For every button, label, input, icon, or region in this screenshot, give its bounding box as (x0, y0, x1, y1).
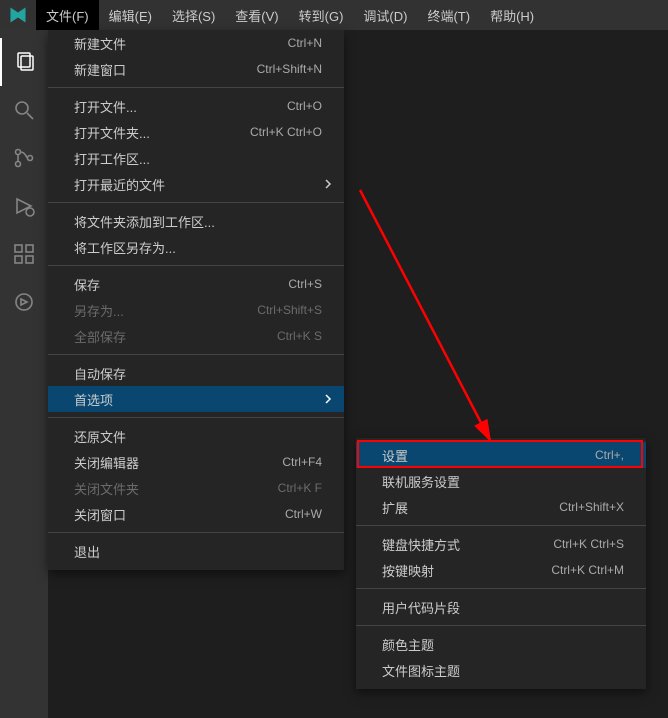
menu-close-window[interactable]: 关闭窗口 Ctrl+W (48, 501, 344, 527)
menu-view[interactable]: 查看(V) (225, 0, 288, 30)
shortcut: Ctrl+K Ctrl+S (553, 537, 624, 551)
label: 新建窗口 (74, 60, 126, 79)
menu-preferences[interactable]: 首选项 (48, 386, 344, 412)
menu-new-window[interactable]: 新建窗口 Ctrl+Shift+N (48, 56, 344, 82)
menu-open-recent[interactable]: 打开最近的文件 (48, 171, 344, 197)
menu-save-all: 全部保存 Ctrl+K S (48, 323, 344, 349)
shortcut: Ctrl+Shift+N (257, 62, 322, 76)
menu-save-workspace-as[interactable]: 将工作区另存为... (48, 234, 344, 260)
separator (48, 532, 344, 533)
menu-open-file[interactable]: 打开文件... Ctrl+O (48, 93, 344, 119)
shortcut: Ctrl+F4 (282, 455, 322, 469)
chevron-right-icon (322, 178, 334, 190)
label: 自动保存 (74, 364, 126, 383)
menu-help[interactable]: 帮助(H) (480, 0, 544, 30)
separator (356, 525, 646, 526)
shortcut: Ctrl+O (287, 99, 322, 113)
label: 关闭文件夹 (74, 479, 139, 498)
label: 将文件夹添加到工作区... (74, 212, 215, 231)
file-dropdown: 新建文件 Ctrl+N 新建窗口 Ctrl+Shift+N 打开文件... Ctrl+… (48, 30, 344, 570)
chevron-right-icon (322, 393, 334, 405)
menu-file[interactable]: 文件(F) (36, 0, 99, 30)
submenu-keyboard-shortcuts[interactable]: 键盘快捷方式 Ctrl+K Ctrl+S (356, 531, 646, 557)
shortcut: Ctrl+K Ctrl+M (551, 563, 624, 577)
shortcut: Ctrl+Shift+X (559, 500, 624, 514)
menu-go[interactable]: 转到(G) (289, 0, 354, 30)
activity-bar (0, 30, 48, 718)
menu-selection[interactable]: 选择(S) (162, 0, 225, 30)
menu-open-workspace[interactable]: 打开工作区... (48, 145, 344, 171)
explorer-icon[interactable] (0, 38, 48, 86)
separator (48, 354, 344, 355)
submenu-online-settings[interactable]: 联机服务设置 (356, 468, 646, 494)
label: 还原文件 (74, 427, 126, 446)
remote-icon[interactable] (0, 278, 48, 326)
submenu-extensions[interactable]: 扩展 Ctrl+Shift+X (356, 494, 646, 520)
shortcut: Ctrl+, (595, 448, 624, 462)
submenu-user-snippets[interactable]: 用户代码片段 (356, 594, 646, 620)
menu-new-file[interactable]: 新建文件 Ctrl+N (48, 30, 344, 56)
shortcut: Ctrl+K S (277, 329, 322, 343)
separator (48, 417, 344, 418)
label: 另存为... (74, 301, 124, 320)
label: 退出 (74, 542, 100, 561)
separator (356, 588, 646, 589)
menu-close-folder: 关闭文件夹 Ctrl+K F (48, 475, 344, 501)
label: 按键映射 (382, 561, 434, 580)
label: 打开最近的文件 (74, 175, 165, 194)
label: 全部保存 (74, 327, 126, 346)
label: 将工作区另存为... (74, 238, 176, 257)
app-logo-icon (8, 5, 28, 25)
menu-add-folder[interactable]: 将文件夹添加到工作区... (48, 208, 344, 234)
menu-terminal[interactable]: 终端(T) (417, 0, 480, 30)
submenu-color-theme[interactable]: 颜色主题 (356, 631, 646, 657)
separator (48, 265, 344, 266)
label: 联机服务设置 (382, 472, 460, 491)
submenu-file-icon-theme[interactable]: 文件图标主题 (356, 657, 646, 683)
label: 新建文件 (74, 34, 126, 53)
submenu-settings[interactable]: 设置 Ctrl+, (356, 442, 646, 468)
menu-debug[interactable]: 调试(D) (353, 0, 417, 30)
label: 扩展 (382, 498, 408, 517)
shortcut: Ctrl+S (288, 277, 322, 291)
menu-auto-save[interactable]: 自动保存 (48, 360, 344, 386)
label: 打开文件... (74, 97, 137, 116)
submenu-keymaps[interactable]: 按键映射 Ctrl+K Ctrl+M (356, 557, 646, 583)
source-control-icon[interactable] (0, 134, 48, 182)
label: 文件图标主题 (382, 661, 460, 680)
menu-open-folder[interactable]: 打开文件夹... Ctrl+K Ctrl+O (48, 119, 344, 145)
shortcut: Ctrl+W (285, 507, 322, 521)
label: 关闭编辑器 (74, 453, 139, 472)
titlebar: 文件(F) 编辑(E) 选择(S) 查看(V) 转到(G) 调试(D) 终端(T… (0, 0, 668, 30)
separator (356, 625, 646, 626)
label: 键盘快捷方式 (382, 535, 460, 554)
label: 打开文件夹... (74, 123, 150, 142)
menu-close-editor[interactable]: 关闭编辑器 Ctrl+F4 (48, 449, 344, 475)
menu-save-as: 另存为... Ctrl+Shift+S (48, 297, 344, 323)
shortcut: Ctrl+K Ctrl+O (250, 125, 322, 139)
label: 颜色主题 (382, 635, 434, 654)
menu-save[interactable]: 保存 Ctrl+S (48, 271, 344, 297)
menu-edit[interactable]: 编辑(E) (99, 0, 162, 30)
preferences-submenu: 设置 Ctrl+, 联机服务设置 扩展 Ctrl+Shift+X 键盘快捷方式 Ctr… (356, 438, 646, 689)
label: 用户代码片段 (382, 598, 460, 617)
search-icon[interactable] (0, 86, 48, 134)
label: 设置 (382, 446, 408, 465)
extensions-icon[interactable] (0, 230, 48, 278)
separator (48, 202, 344, 203)
menubar: 文件(F) 编辑(E) 选择(S) 查看(V) 转到(G) 调试(D) 终端(T… (36, 0, 544, 30)
shortcut: Ctrl+Shift+S (257, 303, 322, 317)
label: 打开工作区... (74, 149, 150, 168)
label: 关闭窗口 (74, 505, 126, 524)
shortcut: Ctrl+K F (278, 481, 322, 495)
label: 首选项 (74, 390, 113, 409)
label: 保存 (74, 275, 100, 294)
menu-exit[interactable]: 退出 (48, 538, 344, 564)
menu-revert-file[interactable]: 还原文件 (48, 423, 344, 449)
debug-icon[interactable] (0, 182, 48, 230)
shortcut: Ctrl+N (288, 36, 322, 50)
separator (48, 87, 344, 88)
